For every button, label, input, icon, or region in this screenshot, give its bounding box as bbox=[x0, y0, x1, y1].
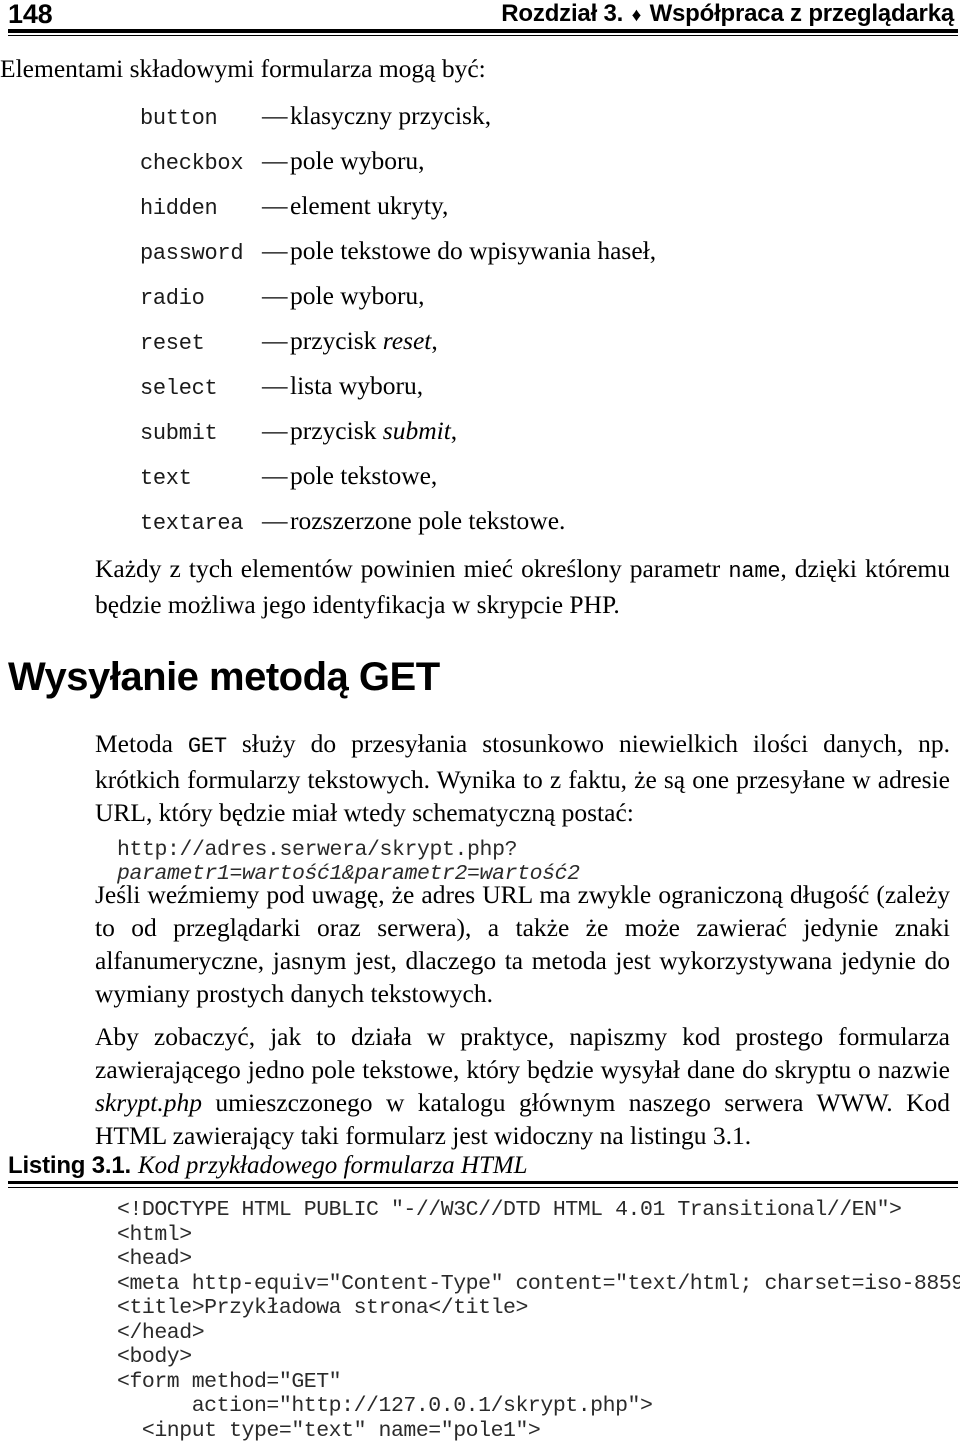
paragraph-example-intro: Aby zobaczyć, jak to działa w praktyce, … bbox=[95, 1020, 950, 1152]
definition-term: submit bbox=[140, 421, 218, 446]
definition-dash: — bbox=[262, 281, 288, 310]
definition-term: textarea bbox=[140, 511, 244, 536]
definition-term: hidden bbox=[140, 196, 218, 221]
definition-row: select — lista wyboru, bbox=[0, 371, 960, 416]
chapter-title: Rozdział 3. ♦ Współpraca z przeglądarką bbox=[501, 0, 954, 30]
definition-term: radio bbox=[140, 286, 205, 311]
definition-term: reset bbox=[140, 331, 205, 356]
definition-description: pole wyboru, bbox=[290, 281, 425, 310]
definition-description: pole tekstowe, bbox=[290, 461, 438, 490]
definition-description: klasyczny przycisk, bbox=[290, 101, 492, 130]
definition-description: pole wyboru, bbox=[290, 146, 425, 175]
paragraph-get-method-block: Metoda GET służy do przesyłania stosunko… bbox=[95, 727, 950, 829]
header-rule bbox=[8, 29, 958, 33]
listing-rule-thin bbox=[8, 1187, 958, 1188]
paragraph-part-1: Metoda bbox=[95, 729, 188, 758]
definition-row: hidden — element ukryty, bbox=[0, 191, 960, 236]
definition-description: przycisk submit, bbox=[290, 416, 457, 446]
definition-row: button — klasyczny przycisk, bbox=[0, 101, 960, 146]
running-header: 148 Rozdział 3. ♦ Współpraca z przegląda… bbox=[8, 0, 954, 32]
listing-rule bbox=[8, 1181, 958, 1184]
url-example-base: http://adres.serwera/skrypt.php? bbox=[117, 838, 518, 862]
inline-code-get: GET bbox=[187, 734, 227, 759]
section-heading-wysylanie-metoda-get: Wysyłanie metodą GET bbox=[8, 655, 440, 699]
form-element-definition-list: button — klasyczny przycisk, checkbox — … bbox=[0, 101, 960, 551]
definition-dash: — bbox=[262, 191, 288, 220]
paragraph-part-2: umieszczonego w katalogu głównym naszego… bbox=[95, 1088, 950, 1150]
code-listing-html-form: <!DOCTYPE HTML PUBLIC "-//W3C//DTD HTML … bbox=[117, 1198, 960, 1443]
definition-description: przycisk reset, bbox=[290, 326, 438, 356]
paragraph-example-intro-block: Aby zobaczyć, jak to działa w praktyce, … bbox=[95, 1020, 950, 1152]
description-suffix: , bbox=[431, 326, 438, 355]
description-suffix: , bbox=[450, 416, 458, 445]
definition-description: pole tekstowe do wpisywania haseł, bbox=[290, 236, 657, 265]
definition-dash: — bbox=[262, 236, 288, 265]
definition-row: reset — przycisk reset, bbox=[0, 326, 960, 371]
definition-dash: — bbox=[262, 461, 288, 490]
definition-row: checkbox — pole wyboru, bbox=[0, 146, 960, 191]
definition-description: lista wyboru, bbox=[290, 371, 424, 400]
script-filename-emphasis: skrypt.php bbox=[95, 1088, 202, 1117]
definition-dash: — bbox=[262, 101, 288, 130]
paragraph-name-parameter: Każdy z tych elementów powinien mieć okr… bbox=[95, 552, 950, 621]
definition-dash: — bbox=[262, 371, 288, 400]
description-emphasis: submit bbox=[382, 416, 451, 445]
paragraph-url-limits-block: Jeśli weźmiemy pod uwagę, że adres URL m… bbox=[95, 878, 950, 1010]
chapter-prefix: Rozdział 3. bbox=[501, 0, 624, 27]
definition-dash: — bbox=[262, 506, 288, 535]
definition-term: button bbox=[140, 106, 218, 131]
page-number: 148 bbox=[8, 0, 53, 29]
description-emphasis: reset bbox=[382, 326, 432, 355]
listing-title: Kod przykładowego formularza HTML bbox=[137, 1152, 528, 1179]
intro-lead: Elementami składowymi formularza mogą by… bbox=[0, 54, 486, 83]
definition-description: rozszerzone pole tekstowe. bbox=[290, 506, 566, 535]
paragraph-get-method: Metoda GET służy do przesyłania stosunko… bbox=[95, 727, 950, 829]
header-rule-thin bbox=[8, 35, 958, 36]
definition-dash: — bbox=[262, 416, 288, 445]
definition-term: password bbox=[140, 241, 244, 266]
description-prefix: przycisk bbox=[290, 326, 383, 355]
paragraph-url-limits: Jeśli weźmiemy pod uwagę, że adres URL m… bbox=[95, 880, 950, 1008]
definition-row: text — pole tekstowe, bbox=[0, 461, 960, 506]
paragraph-part-1: Każdy z tych elementów powinien mieć okr… bbox=[95, 554, 729, 583]
description-prefix: przycisk bbox=[290, 416, 383, 445]
inline-code-name: name bbox=[728, 559, 781, 584]
definition-dash: — bbox=[262, 326, 288, 355]
definition-dash: — bbox=[262, 146, 288, 175]
chapter-title-text: Współpraca z przeglądarką bbox=[649, 0, 955, 27]
definition-row: textarea — rozszerzone pole tekstowe. bbox=[0, 506, 960, 551]
definition-row: password — pole tekstowe do wpisywania h… bbox=[0, 236, 960, 281]
definition-description: element ukryty, bbox=[290, 191, 449, 220]
definition-term: checkbox bbox=[140, 151, 244, 176]
diamond-icon: ♦ bbox=[631, 5, 642, 26]
definition-row: radio — pole wyboru, bbox=[0, 281, 960, 326]
paragraph-name-parameter-block: Każdy z tych elementów powinien mieć okr… bbox=[95, 552, 950, 621]
listing-caption: Listing 3.1. Kod przykładowego formularza… bbox=[8, 1152, 528, 1180]
document-page: 148 Rozdział 3. ♦ Współpraca z przegląda… bbox=[0, 0, 960, 1447]
definition-term: select bbox=[140, 376, 218, 401]
definition-term: text bbox=[140, 466, 192, 491]
paragraph-part-1: Aby zobaczyć, jak to działa w praktyce, … bbox=[95, 1022, 950, 1084]
definition-row: submit — przycisk submit, bbox=[0, 416, 960, 461]
listing-label: Listing 3.1. bbox=[8, 1152, 131, 1179]
page-content: Elementami składowymi formularza mogą by… bbox=[0, 52, 960, 551]
